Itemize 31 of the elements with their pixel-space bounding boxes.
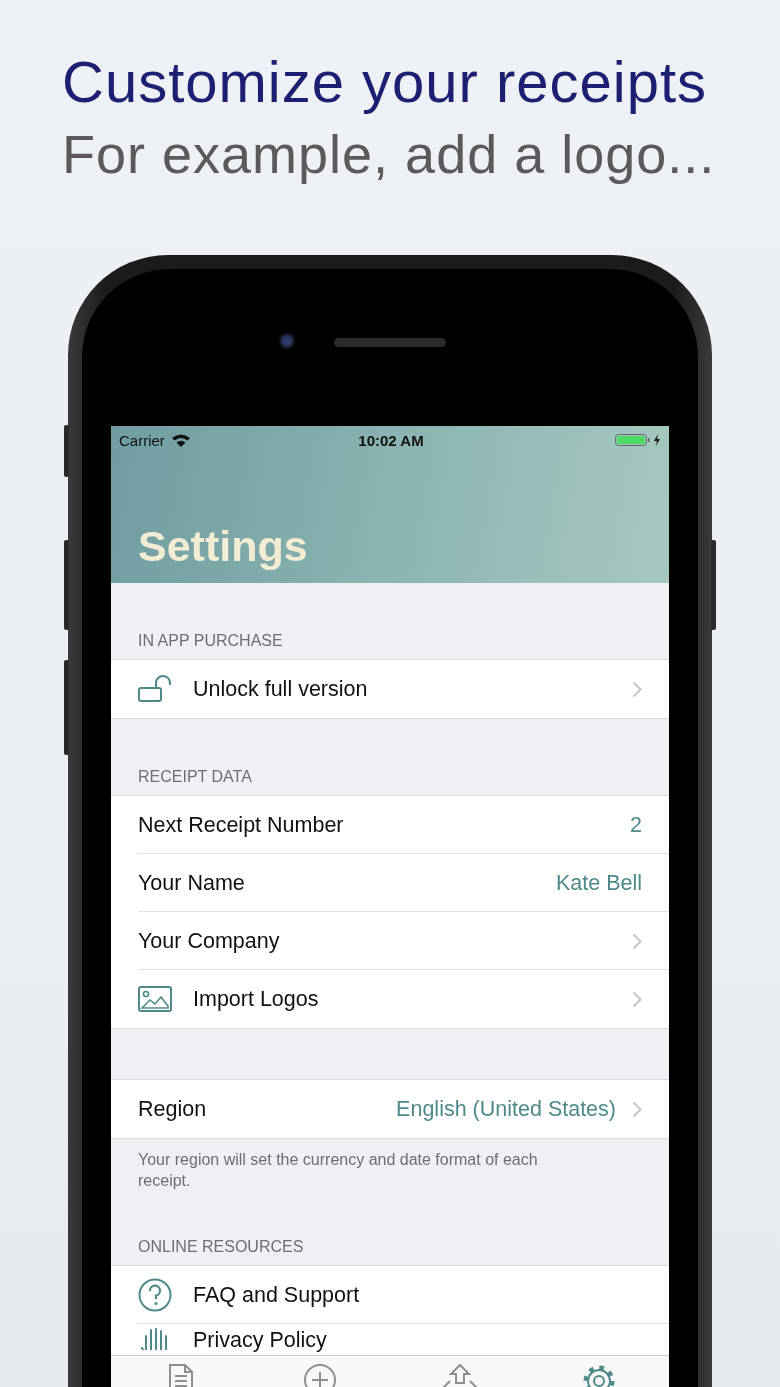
- headline: Customize your receipts: [62, 48, 709, 116]
- row-label: Unlock full version: [193, 676, 369, 702]
- image-icon: [138, 985, 174, 1013]
- wifi-icon: [170, 433, 191, 447]
- row-value: 2: [630, 812, 642, 838]
- row-label: FAQ and Support: [193, 1282, 361, 1308]
- chevron-icon: [632, 990, 642, 1008]
- chevron-icon: [632, 932, 642, 950]
- camera-icon: [279, 333, 295, 349]
- subheadline: For example, add a logo...: [62, 123, 717, 186]
- row-label: Import Logos: [193, 986, 320, 1012]
- section-header: IN APP PURCHASE: [138, 632, 283, 650]
- question-icon: [138, 1278, 174, 1312]
- carrier-label: Carrier: [119, 431, 165, 449]
- chevron-icon: [632, 680, 642, 698]
- row-label: Next Receipt Number: [138, 812, 345, 838]
- section-header: RECEIPT DATA: [138, 768, 252, 786]
- row-label: Your Company: [138, 928, 281, 954]
- section-footer: Your region will set the currency and date format of each receipt.: [138, 1151, 538, 1189]
- chevron-icon: [632, 1100, 642, 1118]
- row-label: Your Name: [138, 870, 246, 896]
- open-lock-icon: [138, 675, 174, 703]
- row-label: Privacy Policy: [193, 1328, 328, 1353]
- screen-title: Settings: [138, 522, 308, 571]
- share-arrows-icon: [441, 1363, 478, 1387]
- section-header: ONLINE RESOURCES: [138, 1238, 304, 1256]
- row-label: Region: [138, 1096, 208, 1122]
- row-value: Kate Bell: [555, 870, 642, 896]
- status-time: 10:02 AM: [358, 431, 424, 449]
- battery-icon: [615, 433, 663, 447]
- row-value: English (United States): [396, 1096, 616, 1122]
